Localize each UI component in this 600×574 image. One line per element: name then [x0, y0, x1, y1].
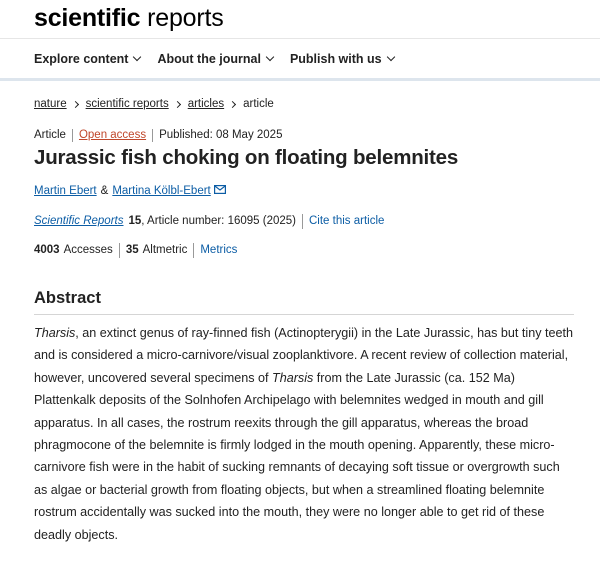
site-logo[interactable]: scientific reports	[34, 4, 224, 32]
genus-name: Tharsis	[272, 370, 314, 385]
author-link[interactable]: Martina Kölbl-Ebert	[112, 185, 210, 197]
breadcrumb-current: article	[243, 98, 274, 110]
nav-label: Publish with us	[289, 51, 382, 66]
article-type: Article	[34, 129, 66, 141]
article-number: , Article number: 16095 (2025)	[141, 215, 296, 227]
metrics-link[interactable]: Metrics	[200, 244, 237, 256]
journal-link[interactable]: Scientific Reports	[34, 215, 123, 227]
open-access-link[interactable]: Open access	[79, 129, 146, 141]
author-list: Martin Ebert & Martina Kölbl-Ebert	[34, 183, 574, 199]
chevron-right-icon	[173, 100, 181, 108]
main-nav: Explore content About the journal Publis…	[0, 38, 600, 78]
page-title: Jurassic fish choking on floating belemn…	[34, 146, 459, 169]
metrics-line: 4003 Accesses 35 Altmetric Metrics	[34, 242, 574, 258]
volume: 15	[128, 215, 142, 227]
chevron-down-icon	[265, 52, 275, 61]
genus-name: Tharsis	[34, 326, 76, 340]
abstract-text: Tharsis, an extinct genus of ray-finned …	[34, 322, 574, 546]
nav-explore-content[interactable]: Explore content	[34, 51, 142, 66]
author-link[interactable]: Martin Ebert	[34, 185, 97, 197]
mail-icon[interactable]	[213, 184, 226, 194]
article-meta: Article Open access Published: 08 May 20…	[34, 128, 574, 142]
divider	[301, 213, 303, 229]
author-separator: &	[100, 185, 109, 197]
altmetric-label: Altmetric	[142, 244, 188, 256]
accesses-count: 4003	[34, 244, 60, 256]
divider	[118, 242, 120, 258]
header: scientific reports	[0, 0, 600, 38]
article-content: nature scientific reports articles artic…	[0, 96, 600, 546]
cite-this-article-link[interactable]: Cite this article	[309, 215, 384, 227]
divider	[71, 128, 73, 142]
altmetric-count: 35	[125, 244, 139, 256]
breadcrumb-articles[interactable]: articles	[188, 98, 224, 110]
accesses-label: Accesses	[63, 244, 113, 256]
nav-label: About the journal	[157, 51, 261, 66]
nav-publish-with-us[interactable]: Publish with us	[289, 51, 395, 66]
chevron-down-icon	[133, 52, 142, 61]
nav-label: Explore content	[34, 51, 129, 66]
chevron-right-icon	[71, 100, 79, 108]
chevron-right-icon	[229, 100, 237, 108]
abstract-heading: Abstract	[34, 289, 574, 315]
logo-bold: scientific	[34, 4, 141, 32]
breadcrumb-nature[interactable]: nature	[34, 98, 67, 110]
divider	[152, 128, 154, 142]
published-date: Published: 08 May 2025	[159, 129, 283, 141]
nav-divider	[0, 78, 600, 81]
breadcrumb: nature scientific reports articles artic…	[34, 96, 574, 112]
nav-about-journal[interactable]: About the journal	[157, 51, 275, 66]
chevron-down-icon	[386, 52, 395, 61]
logo-light: reports	[147, 4, 224, 32]
citation-line: Scientific Reports 15 , Article number: …	[34, 213, 574, 229]
divider	[193, 242, 195, 258]
abstract-part-2: from the Late Jurassic (ca. 152 Ma) Plat…	[34, 370, 560, 542]
breadcrumb-scientific-reports[interactable]: scientific reports	[86, 98, 169, 110]
